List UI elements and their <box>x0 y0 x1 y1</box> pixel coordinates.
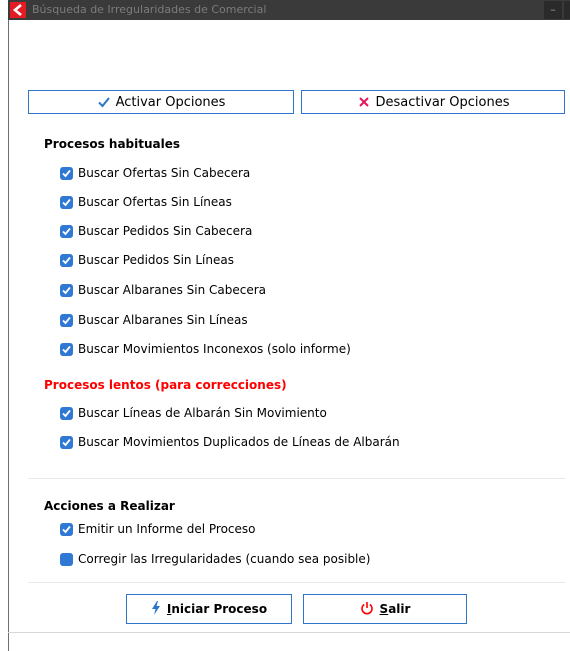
bottom-divider <box>8 632 570 633</box>
activate-options-label: Activar Opciones <box>115 94 226 110</box>
section-title-lentos: Procesos lentos (para correcciones) <box>44 378 287 392</box>
exit-button[interactable]: Salir <box>303 594 467 624</box>
checkbox-checked[interactable] <box>60 406 73 420</box>
checkbox-label: Buscar Albaranes Sin Cabecera <box>78 283 267 297</box>
checkbox-checked[interactable] <box>60 195 73 209</box>
checkbox-label: Buscar Pedidos Sin Líneas <box>78 253 234 267</box>
minimize-button[interactable]: – <box>544 1 562 19</box>
checkbox-label: Corregir las Irregularidades (cuando sea… <box>78 552 371 566</box>
start-process-button[interactable]: Iniciar Proceso <box>126 594 292 624</box>
window-left-border <box>8 20 9 651</box>
checkbox-row[interactable]: Corregir las Irregularidades (cuando sea… <box>60 551 370 567</box>
activate-options-button[interactable]: Activar Opciones <box>28 90 294 114</box>
checkbox-label: Buscar Albaranes Sin Líneas <box>78 313 248 327</box>
checkbox-label: Buscar Pedidos Sin Cabecera <box>78 224 253 238</box>
deactivate-options-button[interactable]: Desactivar Opciones <box>301 90 565 114</box>
app-logo-icon <box>10 2 26 18</box>
section-title-habituales: Procesos habituales <box>44 137 181 151</box>
checkbox-unchecked[interactable] <box>60 552 73 566</box>
checkbox-row[interactable]: Emitir un Informe del Proceso <box>60 521 256 537</box>
power-icon <box>360 601 374 618</box>
title-bar: Búsqueda de Irregularidades de Comercial… <box>8 0 570 20</box>
checkbox-row[interactable]: Buscar Pedidos Sin Cabecera <box>60 223 252 239</box>
checkbox-label: Buscar Movimientos Duplicados de Líneas … <box>78 435 400 449</box>
section-divider <box>28 582 565 583</box>
checkbox-checked[interactable] <box>60 342 73 356</box>
checkbox-label: Buscar Líneas de Albarán Sin Movimiento <box>78 406 327 420</box>
checkbox-row[interactable]: Buscar Albaranes Sin Cabecera <box>60 282 266 298</box>
checkbox-row[interactable]: Buscar Ofertas Sin Cabecera <box>60 165 250 181</box>
checkbox-label: Buscar Ofertas Sin Cabecera <box>78 166 251 180</box>
checkbox-checked[interactable] <box>60 435 73 449</box>
window-title: Búsqueda de Irregularidades de Comercial <box>32 3 267 16</box>
lightning-icon <box>151 600 161 618</box>
checkbox-row[interactable]: Buscar Albaranes Sin Líneas <box>60 312 248 328</box>
checkbox-row[interactable]: Buscar Líneas de Albarán Sin Movimiento <box>60 405 327 421</box>
checkbox-checked[interactable] <box>60 313 73 327</box>
exit-label: Salir <box>379 602 411 616</box>
checkbox-row[interactable]: Buscar Movimientos Duplicados de Líneas … <box>60 434 400 450</box>
checkbox-row[interactable]: Buscar Movimientos Inconexos (solo infor… <box>60 341 351 357</box>
checkbox-label: Buscar Movimientos Inconexos (solo infor… <box>78 342 351 356</box>
deactivate-options-label: Desactivar Opciones <box>375 94 510 110</box>
close-button[interactable]: × <box>564 1 570 19</box>
section-title-acciones: Acciones a Realizar <box>44 499 175 513</box>
checkbox-checked[interactable] <box>60 522 73 536</box>
start-process-label: Iniciar Proceso <box>166 602 268 616</box>
checkbox-checked[interactable] <box>60 283 73 297</box>
checkbox-checked[interactable] <box>60 253 73 267</box>
checkbox-checked[interactable] <box>60 166 73 180</box>
checkbox-row[interactable]: Buscar Ofertas Sin Líneas <box>60 194 232 210</box>
checkbox-checked[interactable] <box>60 224 73 238</box>
checkbox-label: Buscar Ofertas Sin Líneas <box>78 195 232 209</box>
checkbox-row[interactable]: Buscar Pedidos Sin Líneas <box>60 252 234 268</box>
checkbox-label: Emitir un Informe del Proceso <box>78 522 256 536</box>
section-divider <box>28 478 565 479</box>
x-icon <box>357 95 371 109</box>
check-icon <box>97 95 111 109</box>
